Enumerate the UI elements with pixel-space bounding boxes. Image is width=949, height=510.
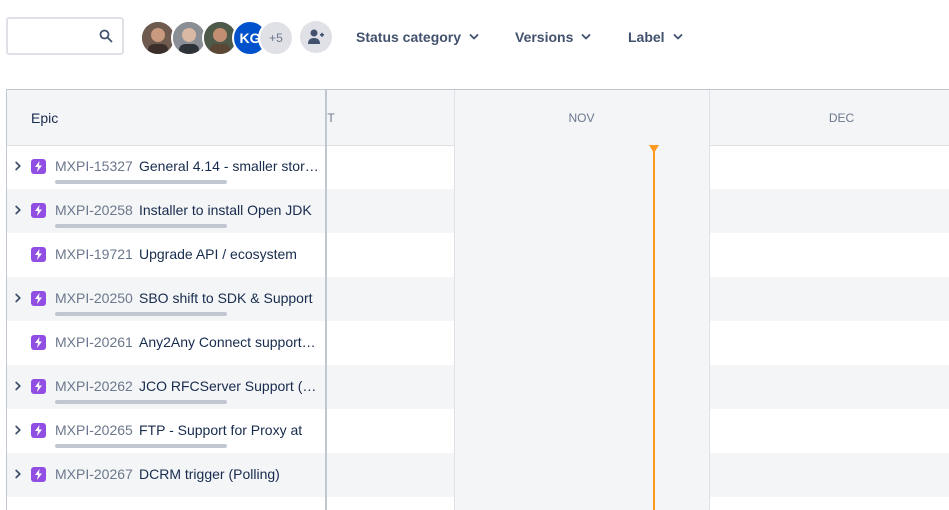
epic-row-cell[interactable]: MXPI-20250 SBO shift to SDK & Support bbox=[7, 277, 325, 321]
epic-key-link[interactable]: MXPI-20262 bbox=[55, 378, 133, 394]
epic-icon bbox=[31, 247, 46, 262]
epic-icon bbox=[31, 335, 46, 350]
search-box[interactable] bbox=[6, 17, 124, 55]
epic-icon bbox=[31, 467, 46, 482]
epic-summary[interactable]: Upgrade API / ecosystem bbox=[139, 246, 319, 262]
chevron-right-icon[interactable] bbox=[13, 205, 23, 215]
month-nov: NOV bbox=[568, 111, 595, 125]
add-people-button[interactable] bbox=[300, 21, 332, 53]
month-dec: DEC bbox=[828, 111, 855, 125]
epic-summary[interactable]: SBO shift to SDK & Support bbox=[139, 290, 319, 306]
epic-row-cell[interactable]: MXPI-20258 Installer to install Open JDK bbox=[7, 189, 325, 233]
current-month-shade bbox=[454, 145, 709, 510]
chevron-right-icon[interactable] bbox=[13, 161, 23, 171]
month-divider bbox=[454, 90, 455, 510]
timeline-header: Epic T NOV DEC bbox=[7, 90, 949, 146]
chevron-right-icon[interactable] bbox=[13, 293, 23, 303]
roadmap-timeline: Epic T NOV DEC MXPI-15327 General 4.14 - … bbox=[6, 89, 949, 510]
epic-icon bbox=[31, 291, 46, 306]
more-avatars-button[interactable]: +5 bbox=[258, 20, 294, 56]
epic-progress-bar bbox=[55, 224, 227, 228]
epic-row-cell[interactable]: MXPI-20262 JCO RFCServer Support (Trigger… bbox=[7, 365, 325, 409]
epic-icon bbox=[31, 203, 46, 218]
epic-summary[interactable]: Any2Any Connect support for bbox=[139, 334, 319, 350]
chevron-right-icon[interactable] bbox=[13, 425, 23, 435]
epic-key-link[interactable]: MXPI-20265 bbox=[55, 422, 133, 438]
epic-row-cell[interactable]: MXPI-20261 Any2Any Connect support for bbox=[7, 321, 325, 365]
epic-row-cell[interactable]: MXPI-20267 DCRM trigger (Polling) bbox=[7, 453, 325, 497]
versions-label: Versions bbox=[515, 29, 574, 45]
epic-row-cell[interactable]: MXPI-19721 Upgrade API / ecosystem bbox=[7, 233, 325, 277]
epic-column-header: Epic bbox=[31, 110, 59, 126]
epic-key-link[interactable]: MXPI-20250 bbox=[55, 290, 133, 306]
label-filter-label: Label bbox=[628, 29, 665, 45]
epic-progress-bar bbox=[55, 444, 227, 448]
chevron-right-icon[interactable] bbox=[13, 381, 23, 391]
chevron-down-icon bbox=[469, 34, 479, 40]
chevron-right-icon[interactable] bbox=[13, 469, 23, 479]
epic-icon bbox=[31, 159, 46, 174]
epic-progress-bar bbox=[55, 312, 227, 316]
search-icon bbox=[99, 29, 113, 43]
month-divider bbox=[709, 90, 710, 510]
epic-icon bbox=[31, 423, 46, 438]
versions-filter[interactable]: Versions bbox=[515, 26, 591, 48]
epic-icon bbox=[31, 379, 46, 394]
status-category-filter[interactable]: Status category bbox=[356, 26, 479, 48]
today-line bbox=[653, 145, 655, 510]
status-category-label: Status category bbox=[356, 29, 462, 45]
add-person-icon bbox=[308, 29, 324, 44]
list-panel-divider[interactable] bbox=[325, 90, 327, 510]
epic-summary[interactable]: General 4.14 - smaller stories bbox=[139, 158, 319, 174]
epic-key-link[interactable]: MXPI-15327 bbox=[55, 158, 133, 174]
epic-summary[interactable]: Installer to install Open JDK bbox=[139, 202, 319, 218]
epic-key-link[interactable]: MXPI-20267 bbox=[55, 466, 133, 482]
epic-key-link[interactable]: MXPI-19721 bbox=[55, 246, 133, 262]
epic-row-cell[interactable]: MXPI-20265 FTP - Support for Proxy at bbox=[7, 409, 325, 453]
epic-summary[interactable]: FTP - Support for Proxy at bbox=[139, 422, 319, 438]
epic-key-link[interactable]: MXPI-20261 bbox=[55, 334, 133, 350]
label-filter[interactable]: Label bbox=[628, 26, 683, 48]
search-input[interactable] bbox=[14, 25, 98, 49]
chevron-down-icon bbox=[581, 34, 591, 40]
epic-progress-bar bbox=[55, 400, 227, 404]
epic-summary[interactable]: DCRM trigger (Polling) bbox=[139, 466, 319, 482]
epic-key-link[interactable]: MXPI-20258 bbox=[55, 202, 133, 218]
today-marker bbox=[649, 145, 659, 153]
epic-summary[interactable]: JCO RFCServer Support (Trigger) bbox=[139, 378, 319, 394]
epic-progress-bar bbox=[55, 180, 227, 184]
chevron-down-icon bbox=[673, 34, 682, 40]
epic-row-cell[interactable]: MXPI-15327 General 4.14 - smaller stories bbox=[7, 145, 325, 189]
